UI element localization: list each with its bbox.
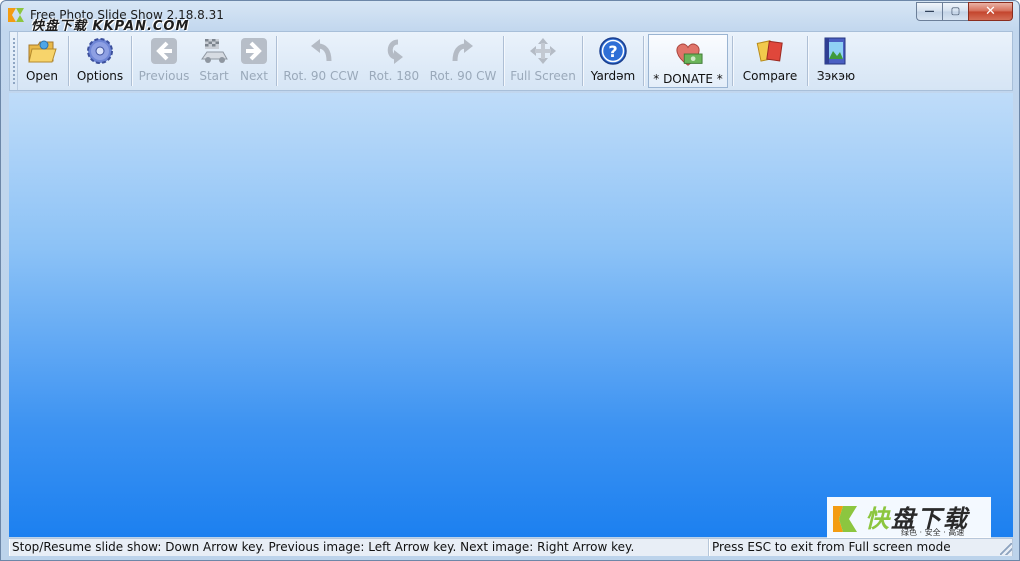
open-button[interactable]: Open (18, 32, 66, 90)
rotate-ccw-button[interactable]: Rot. 90 CCW (279, 32, 363, 90)
toolbar-separator (68, 36, 69, 86)
rotate-180-label: Rot. 180 (368, 69, 420, 83)
rotate-cw-button[interactable]: Rot. 90 CW (425, 32, 501, 90)
rotate-180-icon (379, 36, 409, 66)
race-car-icon (199, 36, 229, 66)
start-button[interactable]: Start (194, 32, 234, 90)
close-button[interactable]: ✕ (968, 2, 1013, 21)
app-logo-icon (8, 8, 24, 22)
donate-label: * DONATE * (653, 72, 723, 86)
resize-grip[interactable] (1000, 543, 1012, 555)
help-icon: ? (598, 36, 628, 66)
heart-money-icon (673, 39, 703, 69)
status-hint-esc: Press ESC to exit from Full screen mode (709, 539, 1013, 556)
photo-book-icon (821, 36, 851, 66)
watermark-logo: 快盘下载 绿色 · 安全 · 高速 (827, 497, 991, 541)
rotate-cw-label: Rot. 90 CW (429, 69, 497, 83)
next-button[interactable]: Next (234, 32, 274, 90)
help-label: Yardəm (590, 69, 636, 83)
toolbar-separator (276, 36, 277, 86)
help-button[interactable]: ? Yardəm (585, 32, 641, 90)
arrow-left-icon (149, 36, 179, 66)
toolbar: Open Options Previous Start Next Rot. 90… (9, 31, 1013, 91)
arrow-right-icon (239, 36, 269, 66)
rotate-ccw-label: Rot. 90 CCW (283, 69, 359, 83)
toolbar-separator (643, 36, 644, 86)
start-label: Start (199, 69, 229, 83)
gear-icon (85, 36, 115, 66)
donate-button[interactable]: * DONATE * (648, 34, 728, 88)
app-window: Free Photo Slide Show 2.18.8.31 快盘下载 KKP… (0, 0, 1020, 561)
toolbar-separator (732, 36, 733, 86)
minimize-button[interactable]: — (916, 2, 942, 21)
svg-text:?: ? (608, 42, 617, 61)
status-hint-keys: Stop/Resume slide show: Down Arrow key. … (9, 539, 709, 556)
window-controls: — ▢ ✕ (916, 2, 1013, 21)
gallery-button[interactable]: Зэкэю (810, 32, 862, 90)
next-label: Next (240, 69, 268, 83)
toolbar-separator (807, 36, 808, 86)
open-label: Open (25, 69, 59, 83)
toolbar-separator (131, 36, 132, 86)
status-bar: Stop/Resume slide show: Down Arrow key. … (9, 538, 1013, 556)
rotate-cw-icon (448, 36, 478, 66)
toolbar-grip[interactable] (10, 32, 18, 90)
toolbar-separator (582, 36, 583, 86)
move-arrows-icon (528, 36, 558, 66)
rotate-180-button[interactable]: Rot. 180 (363, 32, 425, 90)
maximize-button[interactable]: ▢ (942, 2, 968, 21)
logo-tagline: 绿色 · 安全 · 高速 (901, 528, 965, 537)
toolbar-separator (503, 36, 504, 86)
full-screen-label: Full Screen (510, 69, 576, 83)
previous-label: Previous (138, 69, 190, 83)
compare-button[interactable]: Compare (735, 32, 805, 90)
slide-view-area[interactable]: 快盘下载 绿色 · 安全 · 高速 (9, 93, 1013, 541)
compare-label: Compare (742, 69, 798, 83)
title-bar[interactable]: Free Photo Slide Show 2.18.8.31 快盘下载 KKP… (1, 1, 1019, 34)
open-folder-icon (27, 36, 57, 66)
kkpan-logo-icon (833, 506, 857, 532)
compare-cards-icon (755, 36, 785, 66)
full-screen-button[interactable]: Full Screen (506, 32, 580, 90)
previous-button[interactable]: Previous (134, 32, 194, 90)
options-button[interactable]: Options (71, 32, 129, 90)
options-label: Options (76, 69, 124, 83)
rotate-ccw-icon (306, 36, 336, 66)
logo-first-char: 快 (865, 505, 891, 533)
gallery-label: Зэкэю (816, 69, 856, 83)
